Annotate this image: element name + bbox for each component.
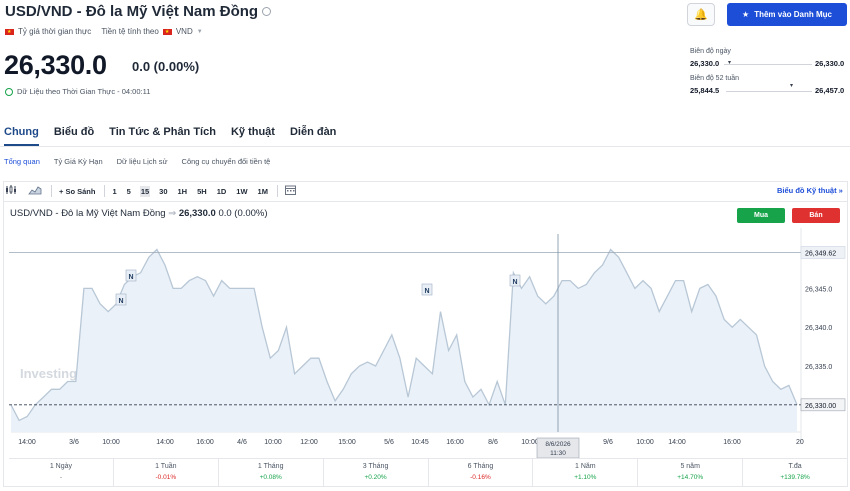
y-tick-label: 26,335.0 <box>805 364 832 371</box>
x-tick-label: 10:00 <box>521 439 539 446</box>
y-tick-label: 26,345.0 <box>805 286 832 293</box>
news-marker-label: N <box>118 298 123 305</box>
performance-value: - <box>59 474 63 481</box>
crosshair-date-label: 8/6/2026 <box>545 441 571 448</box>
performance-table: 1 Ngày - 1 Tuần -0.01% 1 Tháng +0.08% 3 Tháng +… <box>9 458 847 487</box>
performance-value: +1.10% <box>574 474 597 481</box>
x-tick-label: 9/6 <box>603 439 613 446</box>
performance-period: T.đa <box>788 463 802 470</box>
performance-value: +14.70% <box>677 474 704 481</box>
performance-cell: 1 Tuần -0.01% <box>114 459 219 487</box>
x-tick-label: 14:00 <box>18 439 36 446</box>
last-value-label: 26,330.00 <box>805 403 836 410</box>
news-marker[interactable]: N <box>115 293 127 306</box>
high-value-label: 26,349.62 <box>805 250 836 257</box>
performance-cell: 5 năm +14.70% <box>638 459 744 487</box>
performance-period: 5 năm <box>680 463 700 470</box>
news-marker-label: N <box>512 279 517 286</box>
performance-value: +0.08% <box>259 474 282 481</box>
x-tick-label: 14:00 <box>156 439 174 446</box>
x-tick-label: 15:00 <box>338 439 356 446</box>
performance-value: -0.16% <box>470 474 491 481</box>
performance-period: 1 Ngày <box>49 463 73 470</box>
performance-period: 1 Tuần <box>155 463 177 470</box>
x-tick-label: 10:00 <box>264 439 282 446</box>
performance-cell: 1 Ngày - <box>9 459 114 487</box>
performance-cell: 1 Tháng +0.08% <box>219 459 324 487</box>
news-marker[interactable]: N <box>125 269 137 282</box>
performance-value: +0.20% <box>364 474 387 481</box>
chart-watermark: Investing <box>20 366 77 381</box>
news-marker[interactable]: N <box>509 274 521 287</box>
x-tick-label: 8/6 <box>488 439 498 446</box>
x-tick-label: 5/6 <box>384 439 394 446</box>
y-tick-label: 26,340.0 <box>805 325 832 332</box>
x-tick-label: 10:45 <box>411 439 429 446</box>
performance-period: 1 Năm <box>575 463 596 470</box>
x-tick-label: 3/6 <box>69 439 79 446</box>
news-marker-label: N <box>424 288 429 295</box>
performance-period: 3 Tháng <box>362 463 389 470</box>
x-tick-label: 20 <box>796 439 804 446</box>
news-marker-label: N <box>128 274 133 281</box>
x-tick-label: 4/6 <box>237 439 247 446</box>
x-tick-label: 16:00 <box>196 439 214 446</box>
performance-period: 1 Tháng <box>257 463 284 470</box>
performance-cell: 1 Năm +1.10% <box>533 459 639 487</box>
x-tick-label: 16:00 <box>446 439 464 446</box>
x-tick-label: 14:00 <box>668 439 686 446</box>
crosshair-time-label: 11:30 <box>550 450 566 457</box>
price-chart[interactable]: Investing.com26,345.026,340.026,335.026,… <box>0 0 850 491</box>
performance-cell: T.đa +139.78% <box>743 459 847 487</box>
x-tick-label: 16:00 <box>723 439 741 446</box>
performance-cell: 6 Tháng -0.16% <box>429 459 534 487</box>
x-tick-label: 12:00 <box>300 439 318 446</box>
x-tick-label: 10:00 <box>102 439 120 446</box>
x-tick-label: 10:00 <box>636 439 654 446</box>
performance-value: +139.78% <box>780 474 810 481</box>
performance-cell: 3 Tháng +0.20% <box>324 459 429 487</box>
performance-value: -0.01% <box>155 474 177 481</box>
news-marker[interactable]: N <box>421 283 433 296</box>
performance-period: 6 Tháng <box>467 463 494 470</box>
